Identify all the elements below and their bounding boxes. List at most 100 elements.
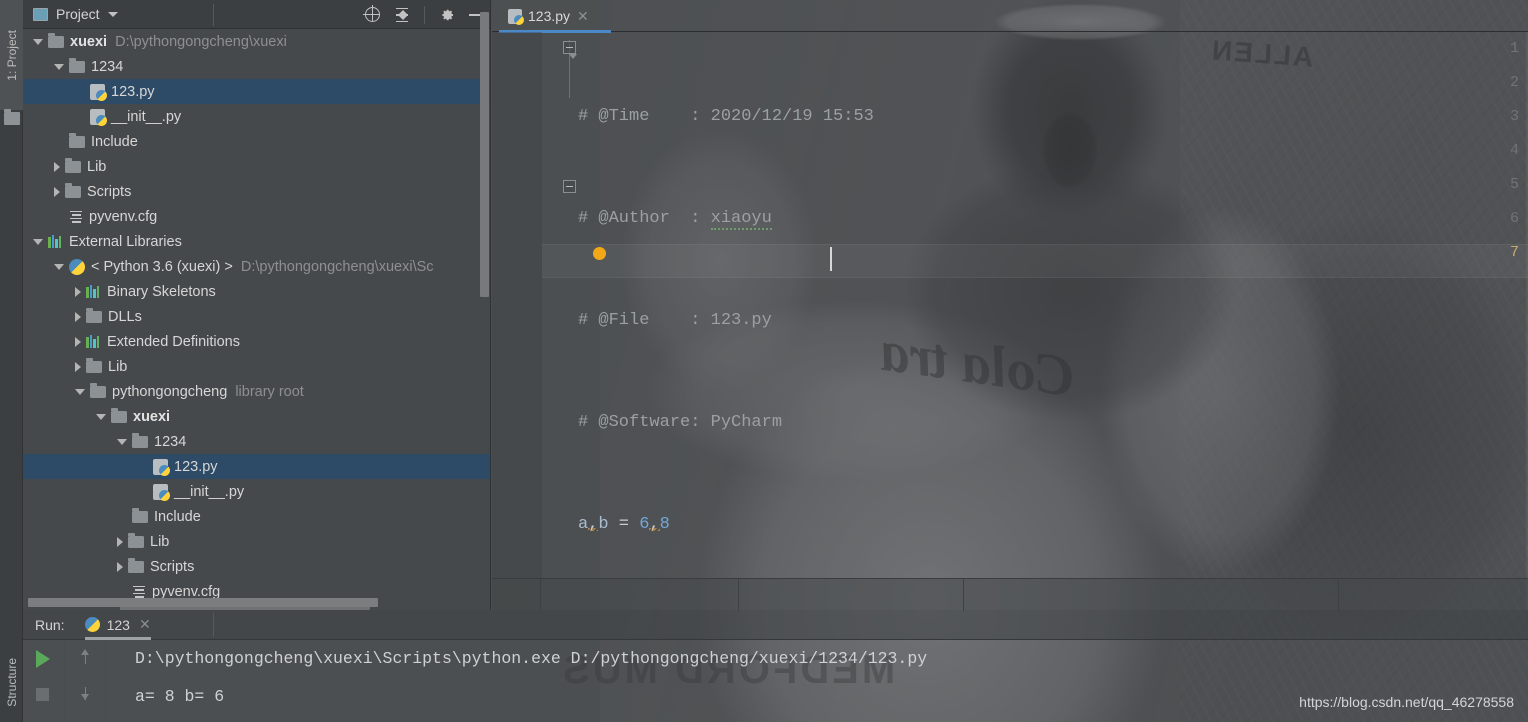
- editor-gutter[interactable]: [492, 32, 542, 610]
- config-file-icon: [132, 585, 146, 599]
- folder-icon: [48, 32, 64, 48]
- arrow-down-icon[interactable]: [80, 685, 91, 700]
- editor-area: 123.py ✕ 1 2 3 4 5 6 7 # @Time : 2020/12…: [492, 0, 1528, 610]
- run-actions-column: [23, 640, 65, 722]
- tree-row-label: xuexi: [133, 408, 171, 425]
- status-divider: [963, 579, 964, 611]
- tree-row[interactable]: pyvenv.cfg: [23, 204, 491, 229]
- project-tree-horizontal-scrollbar[interactable]: [28, 598, 378, 607]
- tree-row[interactable]: Lib: [23, 154, 491, 179]
- chevron-right-icon[interactable]: [75, 286, 81, 297]
- chevron-down-icon[interactable]: [117, 438, 127, 445]
- play-icon[interactable]: [36, 650, 50, 668]
- status-divider: [540, 579, 541, 611]
- project-tool-window: Project xuexi D:\pythongongcheng\xuexi 123: [23, 0, 491, 610]
- code-line-2: # @Author : xiaoyu: [578, 202, 874, 236]
- code-token-operator: =: [608, 515, 640, 534]
- arrow-up-icon[interactable]: [80, 649, 91, 664]
- code-token-comment: # @File : 123.py: [578, 311, 772, 330]
- tree-row[interactable]: 123.py: [23, 454, 491, 479]
- tree-row[interactable]: xuexi: [23, 404, 491, 429]
- tree-row[interactable]: __init__.py: [23, 479, 491, 504]
- chevron-down-icon[interactable]: [96, 413, 106, 420]
- tree-row-hint: D:\pythongongcheng\xuexi\Sc: [240, 258, 434, 275]
- tree-row[interactable]: < Python 3.6 (xuexi) > D:\pythongongcheng…: [23, 254, 491, 279]
- chevron-down-icon[interactable]: [33, 38, 43, 45]
- tree-row[interactable]: pythongongcheng library root: [23, 379, 491, 404]
- tree-row-hint: library root: [235, 383, 304, 400]
- gear-icon[interactable]: [439, 7, 455, 23]
- folder-icon: [4, 109, 20, 125]
- code-token-comment: # @Time : 2020/12/19 15:53: [578, 107, 874, 126]
- tree-row-label: Include: [154, 508, 201, 525]
- line-number: 2: [1509, 74, 1519, 91]
- tree-row[interactable]: xuexi D:\pythongongcheng\xuexi: [23, 29, 491, 54]
- tree-row[interactable]: 1234: [23, 429, 491, 454]
- run-header-divider: [213, 613, 214, 637]
- tree-row[interactable]: Include: [23, 129, 491, 154]
- tree-row[interactable]: Lib: [23, 529, 491, 554]
- console-line: a= 8 b= 6: [135, 687, 225, 706]
- project-tree-vertical-scrollbar[interactable]: [480, 12, 489, 297]
- run-tab-123[interactable]: 123 ✕: [84, 610, 151, 640]
- collapse-all-icon[interactable]: [394, 7, 410, 23]
- tree-row-label: __init__.py: [174, 483, 245, 500]
- tree-row[interactable]: Scripts: [23, 554, 491, 579]
- status-divider: [738, 579, 739, 611]
- library-icon: [48, 235, 63, 248]
- fold-marker-end-icon[interactable]: [563, 180, 576, 193]
- chevron-down-icon[interactable]: [54, 263, 64, 270]
- project-panel-title: Project: [56, 6, 100, 22]
- editor-status-strip: [492, 578, 1528, 611]
- tree-row[interactable]: DLLs: [23, 304, 491, 329]
- tree-row[interactable]: Extended Definitions: [23, 329, 491, 354]
- chevron-right-icon[interactable]: [117, 536, 123, 547]
- chevron-right-icon[interactable]: [75, 361, 81, 372]
- close-icon[interactable]: ✕: [139, 616, 151, 633]
- tool-window-button-structure[interactable]: Structure: [0, 642, 23, 722]
- run-tab-label: 123: [106, 616, 130, 633]
- tree-row[interactable]: 123.py: [23, 79, 491, 104]
- folder-icon: [69, 132, 85, 148]
- folder-icon: [65, 157, 81, 173]
- tree-row[interactable]: 1234: [23, 54, 491, 79]
- chevron-right-icon[interactable]: [54, 186, 60, 197]
- tree-row-label: 123.py: [111, 83, 155, 100]
- chevron-right-icon[interactable]: [75, 336, 81, 347]
- intention-bulb-icon[interactable]: [593, 247, 606, 260]
- chevron-right-icon[interactable]: [54, 161, 60, 172]
- close-icon[interactable]: ✕: [577, 9, 589, 23]
- chevron-down-icon[interactable]: [54, 63, 64, 70]
- editor-tab-123py[interactable]: 123.py ✕: [499, 0, 611, 32]
- tree-row-label: pythongongcheng: [112, 383, 228, 400]
- fold-marker-start-icon[interactable]: [563, 41, 577, 59]
- tree-row[interactable]: Binary Skeletons: [23, 279, 491, 304]
- locate-icon[interactable]: [363, 5, 380, 22]
- python-icon: [84, 617, 100, 632]
- tree-row[interactable]: External Libraries: [23, 229, 491, 254]
- chevron-down-icon[interactable]: [33, 238, 43, 245]
- chevron-right-icon[interactable]: [75, 311, 81, 322]
- stop-icon[interactable]: [36, 688, 49, 701]
- tree-row[interactable]: Include: [23, 504, 491, 529]
- chevron-down-icon[interactable]: [75, 388, 85, 395]
- tool-window-button-project[interactable]: 1: Project: [0, 0, 23, 110]
- tree-row[interactable]: Scripts: [23, 179, 491, 204]
- code-content[interactable]: # @Time : 2020/12/19 15:53 # @Author : x…: [578, 32, 874, 610]
- python-file-icon: [90, 108, 107, 126]
- panel-right-edge: [490, 0, 491, 610]
- code-token-comma: ,: [649, 515, 660, 534]
- folder-icon: [132, 507, 148, 523]
- tree-row[interactable]: Lib: [23, 354, 491, 379]
- tree-row-label: Extended Definitions: [107, 333, 240, 350]
- chevron-down-icon[interactable]: [107, 11, 118, 17]
- chevron-right-icon[interactable]: [117, 561, 123, 572]
- tree-row[interactable]: __init__.py: [23, 104, 491, 129]
- code-editor[interactable]: 1 2 3 4 5 6 7 # @Time : 2020/12/19 15:53…: [492, 32, 1528, 610]
- line-number: 5: [1509, 176, 1519, 193]
- project-tree[interactable]: xuexi D:\pythongongcheng\xuexi 1234 123.py _…: [23, 29, 491, 610]
- tree-row-label: < Python 3.6 (xuexi) >: [91, 258, 233, 275]
- code-token-typo: xiaoyu: [710, 209, 772, 230]
